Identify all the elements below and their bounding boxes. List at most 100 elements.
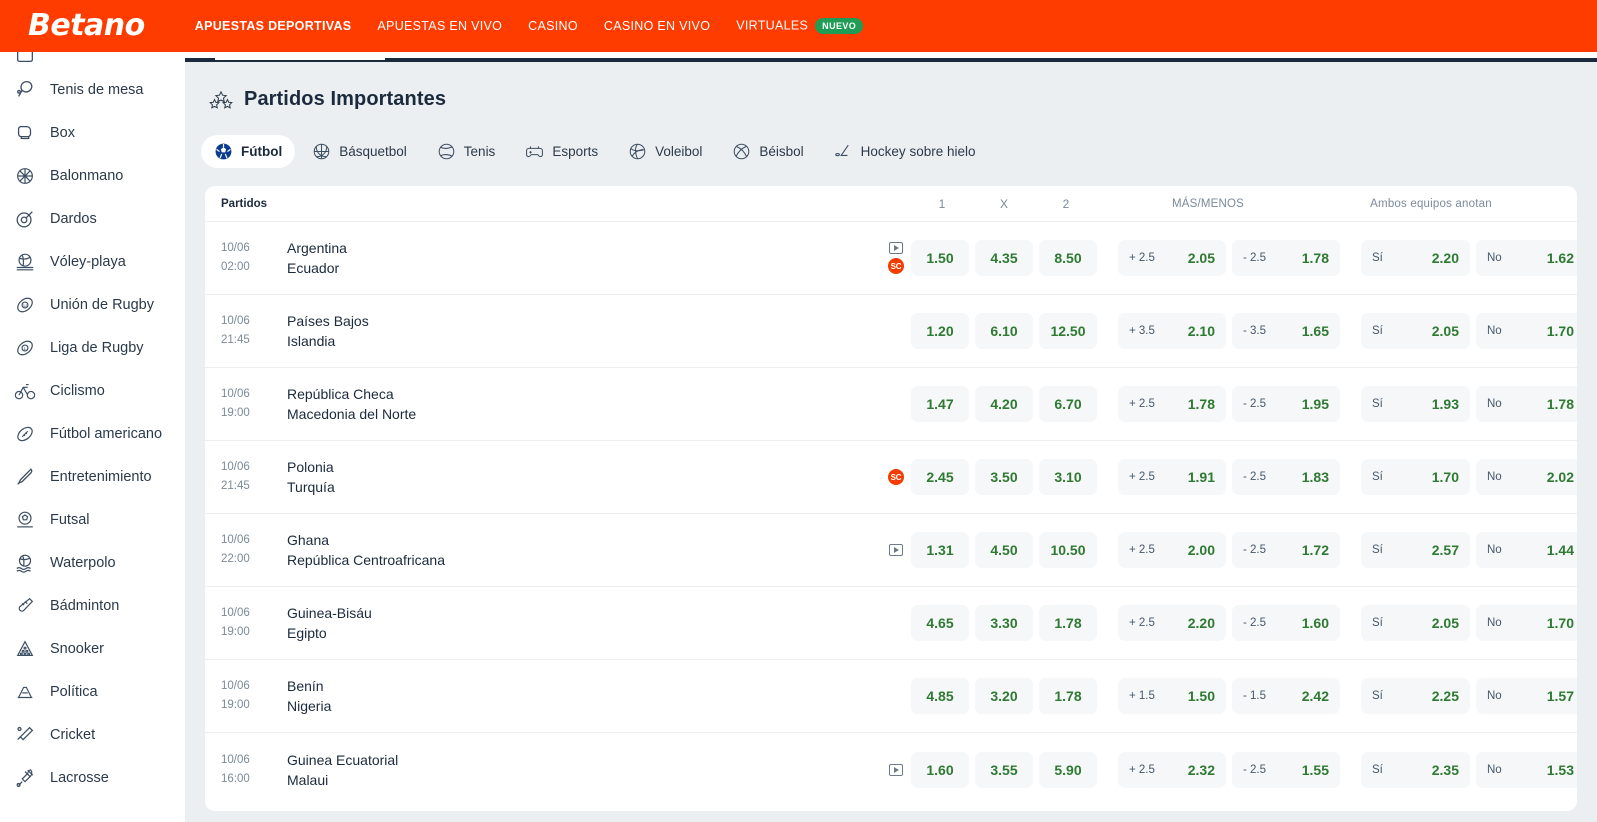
odd-home[interactable]: 4.85 bbox=[911, 678, 969, 714]
sports-sidebar[interactable]: Tenis de mesa Box Balonmano Dardos Vóley… bbox=[0, 52, 185, 822]
odd-btts-yes[interactable]: Sí 2.35 bbox=[1361, 751, 1470, 788]
odd-home[interactable]: 1.60 bbox=[911, 751, 969, 788]
sidebar-item-politica[interactable]: Política bbox=[0, 670, 185, 713]
tab-esports[interactable]: Esports bbox=[512, 135, 611, 168]
match-info[interactable]: 10/06 21:45 Países Bajos Islandia bbox=[221, 311, 881, 351]
sidebar-item-box[interactable]: Box bbox=[0, 111, 185, 154]
odd-btts-yes[interactable]: Sí 2.57 bbox=[1361, 532, 1470, 568]
live-stream-icon[interactable] bbox=[889, 544, 903, 556]
betano-logo[interactable]: Betano bbox=[28, 11, 145, 41]
live-stream-icon[interactable] bbox=[889, 763, 903, 776]
odd-btts-yes[interactable]: Sí 2.20 bbox=[1361, 240, 1470, 276]
odd-draw[interactable]: 3.50 bbox=[975, 459, 1033, 495]
odd-under[interactable]: - 2.5 1.72 bbox=[1232, 532, 1340, 568]
odd-draw[interactable]: 4.20 bbox=[975, 386, 1033, 422]
odd-away[interactable]: 8.50 bbox=[1039, 240, 1097, 276]
odd-home[interactable]: 1.20 bbox=[911, 313, 969, 349]
odd-away[interactable]: 1.78 bbox=[1039, 605, 1097, 641]
odd-home[interactable]: 1.31 bbox=[911, 532, 969, 568]
match-info[interactable]: 10/06 21:45 Polonia Turquía bbox=[221, 457, 881, 497]
odd-draw[interactable]: 3.20 bbox=[975, 678, 1033, 714]
tab-futbol[interactable]: Fútbol bbox=[201, 135, 296, 168]
sidebar-item-partial[interactable] bbox=[0, 52, 185, 68]
odd-btts-no[interactable]: No 1.62 bbox=[1476, 240, 1577, 276]
table-row[interactable]: 10/06 02:00 Argentina Ecuador SC 1.50 4.… bbox=[205, 222, 1577, 295]
odd-over[interactable]: + 1.5 1.50 bbox=[1118, 678, 1226, 714]
sc-badge-icon[interactable]: SC bbox=[888, 258, 904, 274]
table-row[interactable]: 10/06 22:00 Ghana República Centroafrica… bbox=[205, 514, 1577, 587]
odd-draw[interactable]: 4.35 bbox=[975, 240, 1033, 276]
odd-away[interactable]: 1.78 bbox=[1039, 678, 1097, 714]
odd-away[interactable]: 12.50 bbox=[1039, 313, 1097, 349]
match-info[interactable]: 10/06 02:00 Argentina Ecuador bbox=[221, 238, 881, 278]
table-row[interactable]: 10/06 16:00 Guinea Ecuatorial Malaui 1.6… bbox=[205, 733, 1577, 806]
odd-btts-yes[interactable]: Sí 1.93 bbox=[1361, 386, 1470, 422]
odd-home[interactable]: 4.65 bbox=[911, 605, 969, 641]
odd-draw[interactable]: 6.10 bbox=[975, 313, 1033, 349]
odd-btts-no[interactable]: No 1.44 bbox=[1476, 532, 1577, 568]
sidebar-item-waterpolo[interactable]: Waterpolo bbox=[0, 541, 185, 584]
odd-btts-no[interactable]: No 1.70 bbox=[1476, 605, 1577, 641]
nav-item-apuestas-en-vivo[interactable]: APUESTAS EN VIVO bbox=[377, 19, 502, 33]
odd-under[interactable]: - 3.5 1.65 bbox=[1232, 313, 1340, 349]
sidebar-item-cricket[interactable]: Cricket bbox=[0, 713, 185, 756]
live-stream-icon[interactable] bbox=[889, 242, 903, 254]
odd-under[interactable]: - 1.5 2.42 bbox=[1232, 678, 1340, 714]
nav-item-apuestas-deportivas[interactable]: APUESTAS DEPORTIVAS bbox=[195, 19, 352, 33]
odd-home[interactable]: 1.50 bbox=[911, 240, 969, 276]
nav-item-casino-en-vivo[interactable]: CASINO EN VIVO bbox=[604, 19, 710, 33]
match-info[interactable]: 10/06 19:00 Benín Nigeria bbox=[221, 676, 881, 716]
odd-btts-yes[interactable]: Sí 2.25 bbox=[1361, 678, 1470, 714]
odd-over[interactable]: + 2.5 2.00 bbox=[1118, 532, 1226, 568]
odd-btts-yes[interactable]: Sí 1.70 bbox=[1361, 459, 1470, 495]
sidebar-item-lacrosse[interactable]: Lacrosse bbox=[0, 756, 185, 799]
sidebar-item-liga-de-rugby[interactable]: L Liga de Rugby bbox=[0, 326, 185, 369]
sidebar-item-ciclismo[interactable]: Ciclismo bbox=[0, 369, 185, 412]
table-row[interactable]: 10/06 19:00 Benín Nigeria 4.85 3.20 1.78 bbox=[205, 660, 1577, 733]
table-row[interactable]: 10/06 21:45 Polonia Turquía SC 2.45 3.50… bbox=[205, 441, 1577, 514]
sidebar-item-badminton[interactable]: Bádminton bbox=[0, 584, 185, 627]
match-info[interactable]: 10/06 22:00 Ghana República Centroafrica… bbox=[221, 530, 881, 570]
sidebar-item-union-de-rugby[interactable]: U Unión de Rugby bbox=[0, 283, 185, 326]
table-row[interactable]: 10/06 21:45 Países Bajos Islandia 1.20 6… bbox=[205, 295, 1577, 368]
tab-hockey-sobre-hielo[interactable]: Hockey sobre hielo bbox=[821, 135, 989, 168]
odd-away[interactable]: 5.90 bbox=[1039, 751, 1097, 788]
tab-voleibol[interactable]: Voleibol bbox=[615, 135, 715, 168]
odd-draw[interactable]: 3.30 bbox=[975, 605, 1033, 641]
odd-under[interactable]: - 2.5 1.83 bbox=[1232, 459, 1340, 495]
odd-btts-no[interactable]: No 1.57 bbox=[1476, 678, 1577, 714]
match-info[interactable]: 10/06 19:00 República Checa Macedonia de… bbox=[221, 384, 881, 424]
match-info[interactable]: 10/06 19:00 Guinea-Bisáu Egipto bbox=[221, 603, 881, 643]
odd-over[interactable]: + 2.5 1.78 bbox=[1118, 386, 1226, 422]
odd-under[interactable]: - 2.5 1.78 bbox=[1232, 240, 1340, 276]
odd-away[interactable]: 6.70 bbox=[1039, 386, 1097, 422]
sidebar-item-tenis-de-mesa[interactable]: Tenis de mesa bbox=[0, 68, 185, 111]
odd-btts-no[interactable]: No 1.78 bbox=[1476, 386, 1577, 422]
odd-over[interactable]: + 2.5 2.05 bbox=[1118, 240, 1226, 276]
sidebar-item-balonmano[interactable]: Balonmano bbox=[0, 154, 185, 197]
nav-item-virtuales[interactable]: VIRTUALES NUEVO bbox=[736, 18, 864, 34]
odd-under[interactable]: - 2.5 1.60 bbox=[1232, 605, 1340, 641]
tab-basquetbol[interactable]: Básquetbol bbox=[299, 135, 420, 168]
odd-over[interactable]: + 2.5 2.32 bbox=[1118, 751, 1226, 788]
odd-btts-yes[interactable]: Sí 2.05 bbox=[1361, 313, 1470, 349]
tab-tenis[interactable]: Tenis bbox=[424, 135, 509, 168]
odd-btts-no[interactable]: No 1.53 bbox=[1476, 751, 1577, 788]
sidebar-item-dardos[interactable]: Dardos bbox=[0, 197, 185, 240]
odd-under[interactable]: - 2.5 1.95 bbox=[1232, 386, 1340, 422]
odd-home[interactable]: 2.45 bbox=[911, 459, 969, 495]
odd-btts-no[interactable]: No 1.70 bbox=[1476, 313, 1577, 349]
odd-btts-no[interactable]: No 2.02 bbox=[1476, 459, 1577, 495]
odd-home[interactable]: 1.47 bbox=[911, 386, 969, 422]
odd-draw[interactable]: 4.50 bbox=[975, 532, 1033, 568]
sidebar-item-futbol-americano[interactable]: Fútbol americano bbox=[0, 412, 185, 455]
table-row[interactable]: 10/06 19:00 República Checa Macedonia de… bbox=[205, 368, 1577, 441]
odd-draw[interactable]: 3.55 bbox=[975, 751, 1033, 788]
sidebar-item-voley-playa[interactable]: Vóley-playa bbox=[0, 240, 185, 283]
odd-over[interactable]: + 3.5 2.10 bbox=[1118, 313, 1226, 349]
sidebar-item-futsal[interactable]: Futsal bbox=[0, 498, 185, 541]
odd-away[interactable]: 10.50 bbox=[1039, 532, 1097, 568]
table-row[interactable]: 10/06 19:00 Guinea-Bisáu Egipto 4.65 3.3… bbox=[205, 587, 1577, 660]
nav-item-casino[interactable]: CASINO bbox=[528, 19, 578, 33]
tab-beisbol[interactable]: Béisbol bbox=[719, 135, 816, 168]
